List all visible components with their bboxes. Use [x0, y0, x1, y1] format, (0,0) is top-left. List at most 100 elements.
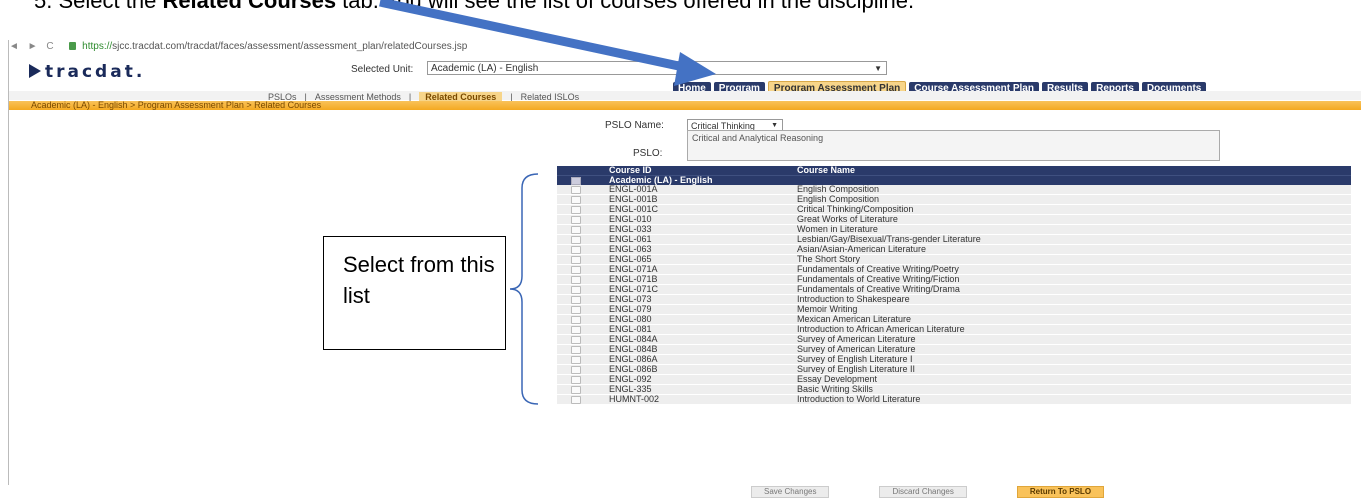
url-scheme: https://: [82, 41, 113, 52]
row-checkbox[interactable]: [571, 356, 581, 364]
course-name-cell: Survey of English Literature I: [797, 354, 913, 364]
row-checkbox[interactable]: [571, 306, 581, 314]
row-checkbox[interactable]: [571, 276, 581, 284]
course-id-cell: ENGL-081: [609, 324, 652, 334]
course-id-cell: ENGL-079: [609, 304, 652, 314]
course-id-cell: ENGL-084B: [609, 344, 658, 354]
row-checkbox[interactable]: [571, 326, 581, 334]
grid-rows: ENGL-001A English Composition ENGL-001B Eng…: [557, 184, 1351, 405]
course-name-cell: Introduction to African American Literat…: [797, 324, 965, 334]
table-row[interactable]: ENGL-073 Introduction to Shakespeare: [557, 294, 1351, 305]
browser-nav-icons[interactable]: ◄ ► C: [9, 41, 57, 52]
breadcrumb: Academic (LA) - English > Program Assess…: [31, 100, 322, 110]
button-bar: Save Changes Discard Changes Return To PSL…: [751, 486, 1154, 504]
course-id-cell: ENGL-080: [609, 314, 652, 324]
group-checkbox[interactable]: [571, 177, 581, 185]
course-id-cell: ENGL-071C: [609, 284, 659, 294]
instruction-post: tab. You will see the list of courses of…: [336, 0, 915, 13]
browser-address-bar[interactable]: ◄ ► C https://sjcc.tracdat.com/tracdat/f…: [9, 41, 467, 57]
course-id-cell: ENGL-010: [609, 214, 652, 224]
course-name-cell: English Composition: [797, 184, 880, 194]
table-row[interactable]: ENGL-001B English Composition: [557, 194, 1351, 205]
main-tabs: Home Program Program Assessment Plan Course…: [673, 78, 1209, 96]
course-id-cell: ENGL-335: [609, 384, 652, 394]
row-checkbox[interactable]: [571, 236, 581, 244]
row-checkbox[interactable]: [571, 366, 581, 374]
course-id-cell: HUMNT-002: [609, 394, 660, 404]
row-checkbox[interactable]: [571, 206, 581, 214]
row-checkbox[interactable]: [571, 226, 581, 234]
table-row[interactable]: ENGL-001A English Composition: [557, 184, 1351, 195]
course-name-cell: The Short Story: [797, 254, 861, 264]
logo-text: tracdat.: [45, 62, 146, 82]
row-checkbox[interactable]: [571, 376, 581, 384]
table-row[interactable]: HUMNT-002 Introduction to World Literatur…: [557, 394, 1351, 405]
subtab-bar: [9, 91, 1361, 100]
lock-icon: [69, 42, 77, 50]
course-id-cell: ENGL-065: [609, 254, 652, 264]
table-row[interactable]: ENGL-092 Essay Development: [557, 374, 1351, 385]
course-id-cell: ENGL-033: [609, 224, 652, 234]
instruction-bold: Related Courses: [162, 0, 337, 13]
course-id-cell: ENGL-092: [609, 374, 652, 384]
row-checkbox[interactable]: [571, 246, 581, 254]
row-checkbox[interactable]: [571, 216, 581, 224]
table-row[interactable]: ENGL-063 Asian/Asian-American Literature: [557, 244, 1351, 255]
table-row[interactable]: ENGL-335 Basic Writing Skills: [557, 384, 1351, 395]
table-row[interactable]: ENGL-084B Survey of American Literature: [557, 344, 1351, 355]
pslo-label: PSLO:: [633, 148, 663, 159]
table-row[interactable]: ENGL-086B Survey of English Literature II: [557, 364, 1351, 375]
table-row[interactable]: ENGL-079 Memoir Writing: [557, 304, 1351, 315]
row-checkbox[interactable]: [571, 386, 581, 394]
grid-header: Course ID Course Name: [557, 165, 1351, 175]
course-name-cell: Mexican American Literature: [797, 314, 912, 324]
course-name-cell: Essay Development: [797, 374, 878, 384]
tracdat-screenshot: ◄ ► C https://sjcc.tracdat.com/tracdat/f…: [8, 40, 1361, 498]
table-row[interactable]: ENGL-071C Fundamentals of Creative Writin…: [557, 284, 1351, 295]
discard-changes-button[interactable]: Discard Changes: [879, 486, 967, 498]
table-row[interactable]: ENGL-010 Great Works of Literature: [557, 214, 1351, 225]
course-id-cell: ENGL-071A: [609, 264, 658, 274]
course-id-cell: ENGL-001B: [609, 194, 658, 204]
return-to-pslo-button[interactable]: Return To PSLO: [1016, 486, 1105, 498]
course-id-cell: ENGL-063: [609, 244, 652, 254]
save-changes-button[interactable]: Save Changes: [751, 486, 830, 498]
course-id-cell: ENGL-086B: [609, 364, 658, 374]
course-name-cell: Introduction to World Literature: [797, 394, 921, 404]
course-name-cell: Introduction to Shakespeare: [797, 294, 910, 304]
course-id-cell: ENGL-073: [609, 294, 652, 304]
course-id-cell: ENGL-001C: [609, 204, 659, 214]
course-name-cell: Critical Thinking/Composition: [797, 204, 914, 214]
row-checkbox[interactable]: [571, 396, 581, 404]
chevron-down-icon: ▼: [874, 64, 882, 73]
row-checkbox[interactable]: [571, 296, 581, 304]
course-name-cell: English Composition: [797, 194, 880, 204]
course-name-cell: Fundamentals of Creative Writing/Poetry: [797, 264, 959, 274]
row-checkbox[interactable]: [571, 316, 581, 324]
row-checkbox[interactable]: [571, 196, 581, 204]
course-id-cell: ENGL-071B: [609, 274, 658, 284]
row-checkbox[interactable]: [571, 336, 581, 344]
pslo-textarea[interactable]: Critical and Analytical Reasoning: [687, 130, 1220, 161]
course-name-cell: Fundamentals of Creative Writing/Fiction: [797, 274, 960, 284]
table-row[interactable]: ENGL-061 Lesbian/Gay/Bisexual/Trans-gende…: [557, 234, 1351, 245]
callout-text: Select from this list: [343, 252, 495, 308]
table-row[interactable]: ENGL-001C Critical Thinking/Composition: [557, 204, 1351, 215]
selected-unit-select[interactable]: Academic (LA) - English ▼: [427, 61, 887, 75]
row-checkbox[interactable]: [571, 286, 581, 294]
row-checkbox[interactable]: [571, 186, 581, 194]
row-checkbox[interactable]: [571, 256, 581, 264]
table-row[interactable]: ENGL-081 Introduction to African American…: [557, 324, 1351, 335]
table-row[interactable]: ENGL-086A Survey of English Literature I: [557, 354, 1351, 365]
column-header-course-name[interactable]: Course Name: [797, 165, 855, 175]
pslo-name-label: PSLO Name:: [605, 120, 664, 131]
course-name-cell: Survey of English Literature II: [797, 364, 916, 374]
instruction-pre: Select the: [58, 0, 163, 13]
course-name-cell: Basic Writing Skills: [797, 384, 873, 394]
row-checkbox[interactable]: [571, 346, 581, 354]
table-row[interactable]: ENGL-084A Survey of American Literature: [557, 334, 1351, 345]
row-checkbox[interactable]: [571, 266, 581, 274]
course-name-cell: Survey of American Literature: [797, 334, 916, 344]
column-header-course-id[interactable]: Course ID: [609, 165, 652, 175]
course-name-cell: Lesbian/Gay/Bisexual/Trans-gender Litera…: [797, 234, 981, 244]
